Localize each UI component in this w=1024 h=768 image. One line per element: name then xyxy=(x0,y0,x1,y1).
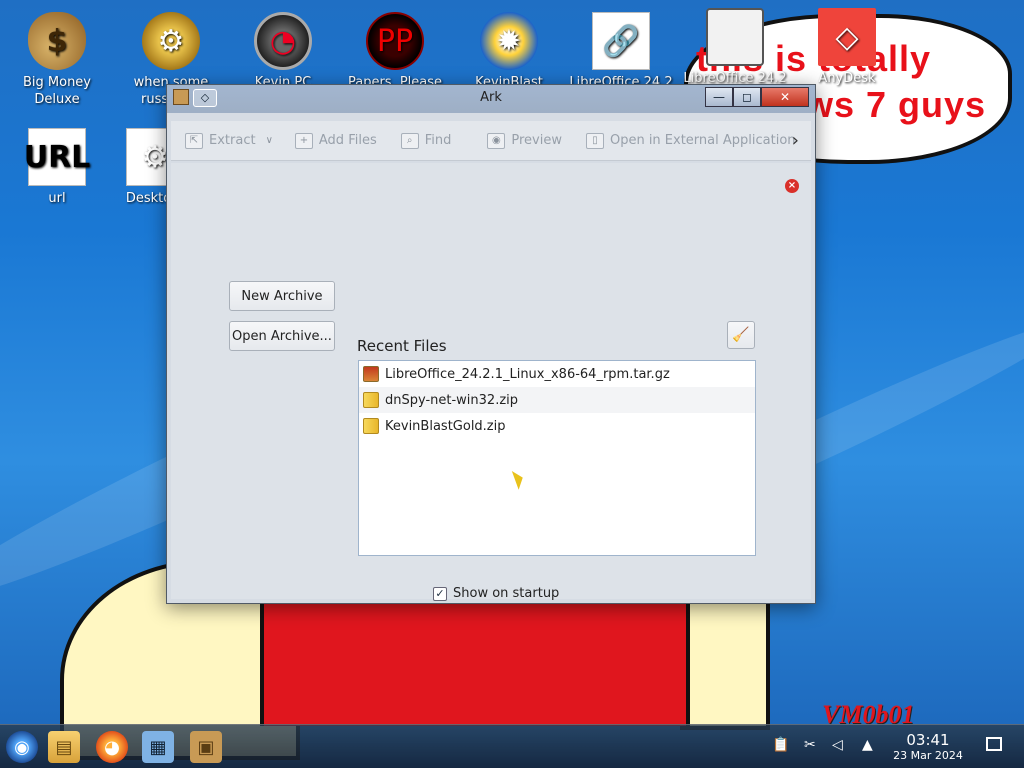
maximize-button[interactable]: ◻ xyxy=(733,87,761,107)
firefox-icon[interactable]: ◕ xyxy=(96,731,128,763)
title-bar[interactable]: ◇ Ark — ◻ ✕ xyxy=(167,85,815,113)
ark-window: ◇ Ark — ◻ ✕ ⇱ Extract ∨ + Add Files ⌕ Fi… xyxy=(166,84,816,604)
checkbox-checked-icon[interactable]: ✓ xyxy=(433,586,447,601)
clock-date: 23 Mar 2024 xyxy=(893,749,963,762)
gear-icon: ⚙ xyxy=(142,12,200,70)
url-globe-icon: URL xyxy=(24,128,90,186)
taskbar: ◉ ▤ ◕ ▦ ▣ 📋 ✂ ◁ ▲ 03:41 23 Mar 2024 xyxy=(0,724,1024,768)
desktop-icon-label: url xyxy=(48,191,66,206)
extract-label: Extract xyxy=(209,133,256,148)
recent-file-name: KevinBlastGold.zip xyxy=(385,418,506,434)
gauge-icon: ◔ xyxy=(254,12,312,70)
list-item[interactable]: KevinBlastGold.zip xyxy=(359,413,755,439)
open-external-label: Open in External Application xyxy=(609,133,796,148)
add-files-label: Add Files xyxy=(318,133,377,148)
tray-expand-icon[interactable]: ▲ xyxy=(862,737,873,753)
open-archive-button[interactable]: Open Archive... xyxy=(229,321,335,351)
desktop-icon-libreoffice[interactable]: LibreOffice 24.2 xyxy=(680,8,790,87)
desktop-icon-label: Big Money Deluxe xyxy=(22,75,91,107)
document-icon xyxy=(706,8,764,66)
new-archive-button[interactable]: New Archive xyxy=(229,281,335,311)
close-button[interactable]: ✕ xyxy=(761,87,809,107)
chevron-right-icon[interactable]: › xyxy=(792,130,799,151)
recent-files-list: LibreOffice_24.2.1_Linux_x86-64_rpm.tar.… xyxy=(358,360,756,556)
system-settings-icon[interactable]: ▦ xyxy=(142,731,174,763)
anydesk-icon: ◇ xyxy=(818,8,876,66)
desktop-icon-kevin-pc[interactable]: ◔ Kevin PC xyxy=(228,12,338,91)
extract-button[interactable]: ⇱ Extract xyxy=(185,132,256,149)
clock-time: 03:41 xyxy=(906,731,950,749)
show-on-startup-toggle[interactable]: ✓ Show on startup xyxy=(433,586,559,601)
broom-icon: 🧹 xyxy=(732,327,750,343)
wallpaper-doodle-red xyxy=(260,596,690,726)
recent-files-heading: Recent Files xyxy=(357,337,447,355)
money-bag-icon: $ xyxy=(28,12,86,70)
window-controls: — ◻ ✕ xyxy=(705,87,809,107)
zip-archive-icon xyxy=(363,418,379,434)
wallpaper-doodle-right xyxy=(680,590,770,730)
zip-archive-icon xyxy=(363,392,379,408)
papers-please-icon: PP xyxy=(366,12,424,70)
open-external-button[interactable]: ▯ Open in External Application xyxy=(585,132,796,149)
welcome-panel: × New Archive Open Archive... Recent Fil… xyxy=(171,163,811,601)
desktop-icon-papers-please[interactable]: PP Papers, Please xyxy=(340,12,450,91)
recent-file-name: dnSpy-net-win32.zip xyxy=(385,392,519,408)
recent-file-name: LibreOffice_24.2.1_Linux_x86-64_rpm.tar.… xyxy=(385,366,670,382)
show-desktop-button[interactable] xyxy=(986,737,1002,751)
minimize-button[interactable]: — xyxy=(705,87,733,107)
desktop-icon-anydesk[interactable]: ◇ AnyDesk xyxy=(792,8,902,87)
find-button[interactable]: ⌕ Find xyxy=(400,132,452,149)
show-on-startup-label: Show on startup xyxy=(453,586,560,601)
list-item[interactable]: LibreOffice_24.2.1_Linux_x86-64_rpm.tar.… xyxy=(359,361,755,387)
volume-icon[interactable]: ◁ xyxy=(832,737,843,753)
ark-taskbar-icon[interactable]: ▣ xyxy=(190,731,222,763)
scissors-icon[interactable]: ✂ xyxy=(804,737,816,753)
preview-icon: ◉ xyxy=(487,132,506,149)
start-menu-button[interactable]: ◉ xyxy=(6,731,38,763)
add-files-button[interactable]: + Add Files xyxy=(294,132,377,149)
clock[interactable]: 03:41 23 Mar 2024 xyxy=(880,731,976,763)
error-close-icon[interactable]: × xyxy=(785,179,799,193)
desktop-icon-big-money[interactable]: $ Big Money Deluxe xyxy=(2,12,112,108)
preview-label: Preview xyxy=(511,133,562,148)
clear-recent-button[interactable]: 🧹 xyxy=(727,321,755,349)
tar-archive-icon xyxy=(363,366,379,382)
search-icon: ⌕ xyxy=(400,132,419,149)
blast-icon: ✹ xyxy=(480,12,538,70)
preview-button[interactable]: ◉ Preview xyxy=(487,132,562,149)
add-files-icon: + xyxy=(294,132,313,149)
toolbar: ⇱ Extract ∨ + Add Files ⌕ Find ◉ Preview… xyxy=(171,121,811,161)
file-manager-icon[interactable]: ▤ xyxy=(48,731,80,763)
desktop-icon-url[interactable]: URL url xyxy=(2,128,112,207)
find-label: Find xyxy=(424,133,452,148)
link-icon: 🔗 xyxy=(592,12,650,70)
document-icon: ▯ xyxy=(585,132,604,149)
chevron-down-icon[interactable]: ∨ xyxy=(266,135,273,146)
clipboard-icon[interactable]: 📋 xyxy=(772,737,789,753)
extract-icon: ⇱ xyxy=(185,132,203,149)
list-item[interactable]: dnSpy-net-win32.zip xyxy=(359,387,755,413)
